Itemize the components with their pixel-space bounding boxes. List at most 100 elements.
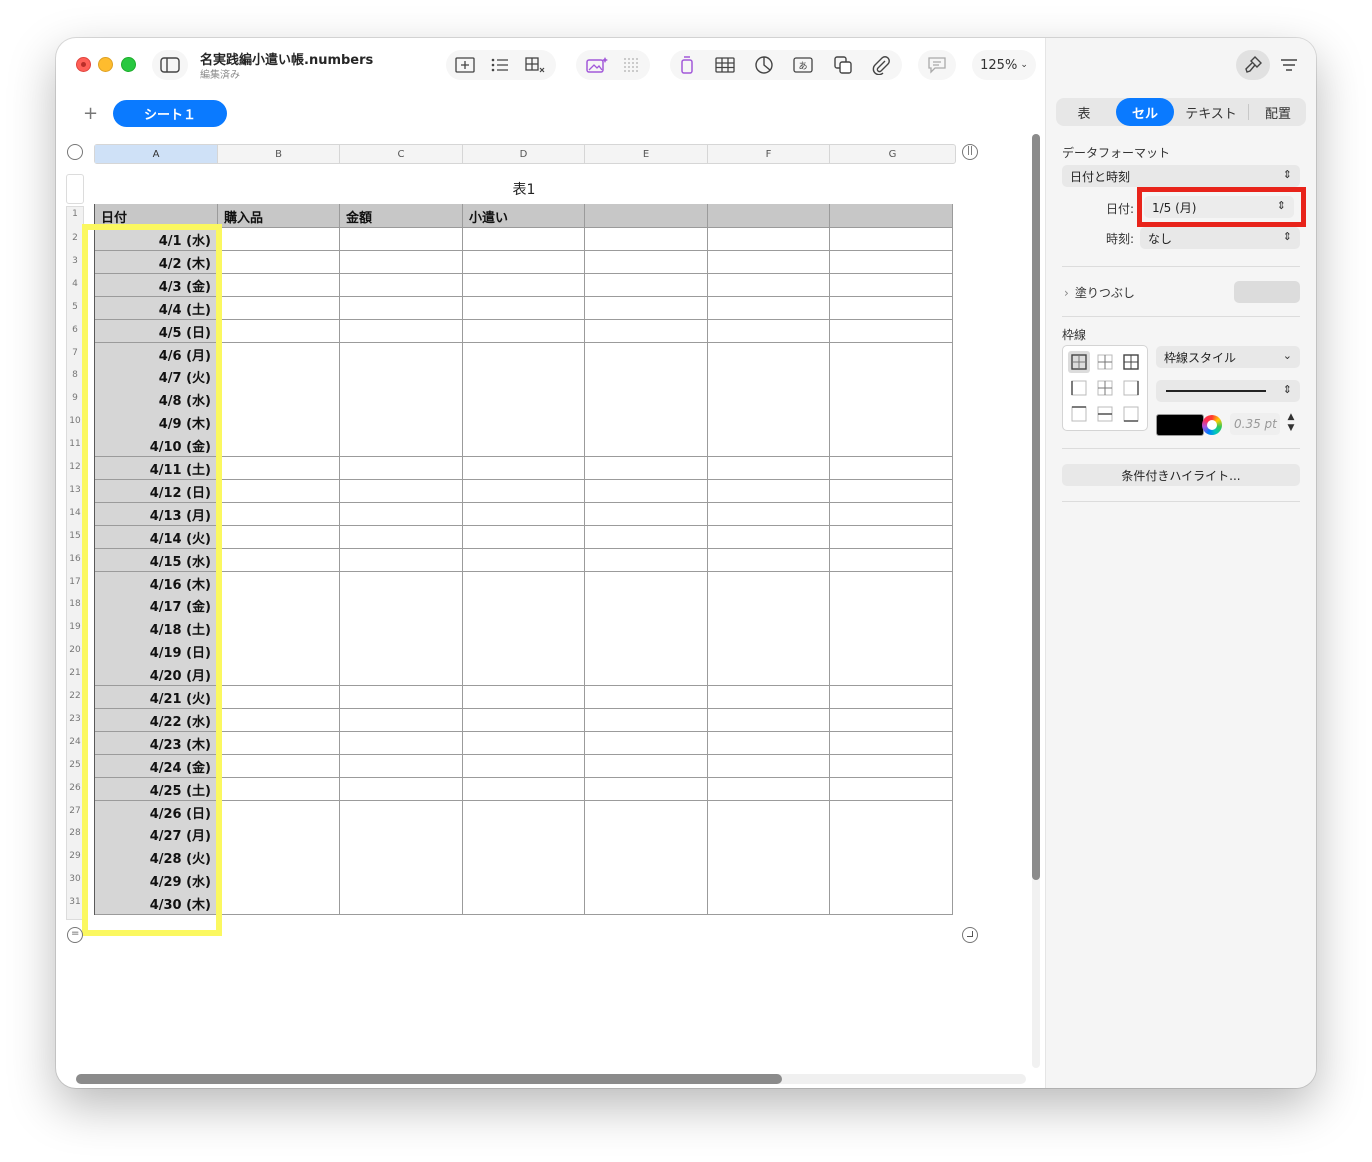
table-cell[interactable]	[585, 319, 708, 343]
table-cell[interactable]	[218, 686, 340, 710]
tab-text[interactable]: テキスト	[1176, 98, 1246, 126]
table-cell[interactable]	[463, 617, 585, 641]
table-cell[interactable]	[218, 571, 340, 595]
table-cell[interactable]	[830, 846, 953, 870]
table-cell[interactable]	[463, 250, 585, 275]
add-sheet-button[interactable]: +	[83, 103, 98, 124]
table-cell[interactable]	[463, 296, 585, 321]
header-cell[interactable]	[708, 204, 830, 228]
table-cell[interactable]	[340, 365, 463, 389]
table-cell[interactable]	[340, 869, 463, 893]
table-format-button[interactable]	[522, 53, 548, 77]
table-cell[interactable]	[708, 777, 830, 801]
image-playground-button[interactable]	[584, 53, 610, 77]
table-cell[interactable]	[340, 731, 463, 756]
table-cell[interactable]	[218, 869, 340, 893]
table-cell[interactable]	[218, 754, 340, 779]
table-cell[interactable]	[218, 228, 340, 252]
table-cell[interactable]	[218, 846, 340, 870]
table-cell[interactable]	[585, 823, 708, 847]
table-cell[interactable]	[218, 479, 340, 504]
table-cell[interactable]	[218, 502, 340, 527]
minimize-button[interactable]	[98, 57, 113, 72]
table-cell[interactable]	[340, 640, 463, 664]
table-cell[interactable]	[708, 411, 830, 435]
table-cell[interactable]	[463, 548, 585, 572]
table-cell[interactable]	[585, 571, 708, 595]
table-cell[interactable]	[218, 525, 340, 550]
table-cell[interactable]	[218, 342, 340, 366]
table-cell[interactable]	[585, 502, 708, 527]
table-cell[interactable]	[585, 457, 708, 481]
table-cell[interactable]	[463, 571, 585, 595]
table-cell[interactable]	[708, 571, 830, 595]
column-header-b[interactable]: B	[218, 145, 340, 163]
border-picker[interactable]	[1062, 345, 1148, 431]
table-cell[interactable]	[585, 754, 708, 779]
table-cell[interactable]	[585, 228, 708, 252]
table-cell[interactable]	[585, 594, 708, 618]
table-cell[interactable]	[830, 800, 953, 824]
table-cell[interactable]	[463, 754, 585, 779]
add-column-handle[interactable]: ||	[962, 144, 978, 160]
table-cell[interactable]	[585, 708, 708, 733]
table-cell[interactable]	[830, 754, 953, 779]
table-cell[interactable]	[708, 846, 830, 870]
table-cell[interactable]	[830, 457, 953, 481]
table-cell[interactable]	[830, 548, 953, 572]
list-button[interactable]	[487, 53, 513, 77]
table-cell[interactable]	[340, 457, 463, 481]
table-cell[interactable]	[340, 823, 463, 847]
column-header-d[interactable]: D	[463, 145, 585, 163]
table-cell[interactable]	[830, 434, 953, 458]
table-cell[interactable]	[708, 686, 830, 710]
table-cell[interactable]	[830, 388, 953, 412]
table-cell[interactable]	[708, 434, 830, 458]
table-cell[interactable]	[585, 434, 708, 458]
table-cell[interactable]	[340, 663, 463, 687]
table-cell[interactable]	[340, 228, 463, 252]
table-cell[interactable]	[218, 640, 340, 664]
table-cell[interactable]	[340, 525, 463, 550]
zoom-window-button[interactable]	[121, 57, 136, 72]
table-cell[interactable]	[708, 640, 830, 664]
tab-table[interactable]: 表	[1056, 98, 1112, 126]
table-cell[interactable]	[830, 273, 953, 298]
table-cell[interactable]	[340, 800, 463, 824]
insert-shape-button[interactable]	[830, 53, 856, 77]
table-cell[interactable]	[340, 777, 463, 801]
table-cell[interactable]	[340, 754, 463, 779]
table-cell[interactable]	[585, 617, 708, 641]
border-width-field[interactable]: 0.35 pt	[1230, 413, 1280, 435]
row-number[interactable]: 1	[66, 209, 84, 219]
table-cell[interactable]	[218, 892, 340, 916]
table-cell[interactable]	[708, 250, 830, 275]
table-cell[interactable]	[585, 892, 708, 916]
header-cell[interactable]: 購入品	[218, 204, 340, 228]
table-cell[interactable]	[708, 548, 830, 572]
table-cell[interactable]	[585, 640, 708, 664]
table-cell[interactable]	[585, 365, 708, 389]
table-cell[interactable]	[340, 273, 463, 298]
table-cell[interactable]	[830, 708, 953, 733]
table-cell[interactable]	[585, 846, 708, 870]
table-cell[interactable]	[463, 273, 585, 298]
table-cell[interactable]	[830, 502, 953, 527]
table-cell[interactable]	[340, 548, 463, 572]
table-cell[interactable]	[708, 228, 830, 252]
table-cell[interactable]	[830, 663, 953, 687]
table-cell[interactable]	[708, 319, 830, 343]
table-cell[interactable]	[463, 434, 585, 458]
insert-chart-button[interactable]	[751, 53, 777, 77]
table-cell[interactable]	[218, 617, 340, 641]
table-cell[interactable]	[585, 800, 708, 824]
table-cell[interactable]	[830, 479, 953, 504]
conditional-highlight-button[interactable]: 条件付きハイライト...	[1062, 464, 1300, 486]
header-cell[interactable]	[585, 204, 708, 228]
table-cell[interactable]	[340, 434, 463, 458]
table-cell[interactable]	[708, 800, 830, 824]
table-cell[interactable]	[463, 823, 585, 847]
table-cell[interactable]	[830, 228, 953, 252]
table-cell[interactable]	[708, 594, 830, 618]
table-cell[interactable]	[463, 869, 585, 893]
